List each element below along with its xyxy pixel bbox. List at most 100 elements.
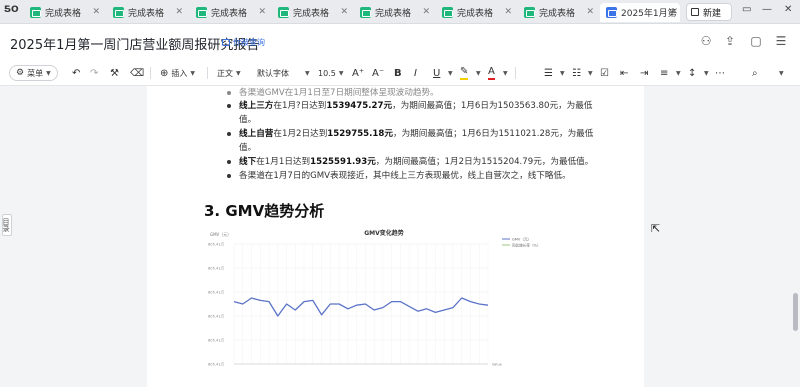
new-tab-label: 新建 [703, 8, 722, 19]
tab[interactable]: 完成表格 ✕ [113, 3, 183, 22]
tab[interactable]: 完成表格 ✕ [442, 3, 512, 22]
window-menu-icon[interactable]: ▭ [742, 4, 751, 15]
menu-button[interactable]: ⚙ 菜单 ▼ [9, 65, 58, 81]
outdent-icon[interactable]: ⇤ [620, 66, 628, 80]
collaborators-icon[interactable]: ⚇ [698, 34, 714, 50]
close-icon[interactable]: ✕ [504, 7, 512, 17]
chevron-down-icon: ▼ [190, 69, 196, 77]
tab-label: 完成表格 [375, 9, 412, 19]
bullet-value: 1529755.18元 [327, 129, 393, 139]
sheet-icon [30, 7, 41, 18]
channel-name: 线上三方 [239, 101, 274, 111]
search-icon[interactable]: ⌕ [752, 66, 758, 80]
highlight-icon[interactable]: ✎ [460, 66, 469, 80]
close-icon[interactable]: ✕ [175, 7, 183, 17]
tab[interactable]: 完成表格 ✕ [360, 3, 430, 22]
more-menu-icon[interactable]: ☰ [773, 34, 789, 50]
line-spacing-icon[interactable]: ↕ [688, 66, 696, 80]
clear-format-icon[interactable]: ⌫ [130, 66, 144, 80]
bullet-list-icon[interactable]: ☰ [544, 66, 553, 80]
title-bar: 2025年1月第一周门店营业额周报研究报告 你被查询 ⚇ ⇪ ▢ ☰ [0, 24, 800, 60]
list-item[interactable]: 各渠道在1月7日的GMV表现接近，其中线上三方表现最优，线上自营次之，线下略低。 [227, 169, 597, 183]
list-item[interactable]: 线下在1月1日达到1525591.93元，为期间最高值；1月2日为1515204… [227, 155, 597, 169]
bold-icon[interactable]: B [394, 66, 402, 80]
increase-font-icon[interactable]: A⁺ [352, 66, 364, 80]
insert-label: 插入 [171, 68, 188, 78]
tab-label: 完成表格 [293, 9, 330, 19]
format-painter-icon[interactable]: ⚒ [110, 66, 119, 80]
font-size-label: 10.5 [318, 68, 336, 78]
italic-icon[interactable]: I [414, 66, 417, 80]
share-icon[interactable]: ⇪ [722, 34, 738, 50]
settings-icon: ⚙ [16, 68, 25, 78]
paragraph-style-label: 正文 [217, 68, 233, 78]
tab-label: 2025年1月第 [621, 9, 677, 19]
chevron-down-icon[interactable]: ▼ [448, 66, 453, 80]
tab[interactable]: 完成表格 ✕ [196, 3, 266, 22]
tab-label: 完成表格 [457, 9, 494, 19]
font-color-icon[interactable]: A [488, 66, 495, 80]
close-icon[interactable]: ✕ [258, 7, 266, 17]
insert-button[interactable]: ⊕ 插入 ▼ [160, 66, 195, 80]
more-options-icon[interactable]: ⋯ [715, 66, 725, 80]
close-icon[interactable]: ✕ [670, 7, 678, 17]
list-item[interactable]: 各渠道GMV在1月1日至7日期间整体呈现波动趋势。 [227, 86, 597, 99]
chevron-down-icon[interactable]: ▼ [704, 66, 709, 80]
tab[interactable]: 完成表格 ✕ [524, 3, 594, 22]
chevron-down-icon[interactable]: ▼ [779, 66, 784, 80]
close-window-icon[interactable]: ✕ [784, 4, 792, 15]
share-icon [222, 39, 230, 46]
series-line [233, 297, 489, 317]
align-icon[interactable]: ≡ [660, 66, 668, 80]
minimize-icon[interactable]: — [762, 4, 772, 15]
chevron-down-icon[interactable]: ▼ [503, 66, 508, 80]
close-icon[interactable]: ✕ [422, 7, 430, 17]
comment-icon[interactable]: ▢ [748, 34, 764, 50]
legend-label: GMV（元） [512, 237, 531, 242]
share-link[interactable]: 你被查询 [222, 37, 265, 48]
list-item[interactable]: 线上自营在1月2日达到1529755.18元，为期间最高值；1月6日为15110… [227, 127, 597, 155]
list-item[interactable]: 线上三方在1月?日达到1539475.27元，为期间最高值；1月6日为15035… [227, 99, 597, 127]
vertical-scrollbar[interactable] [790, 86, 800, 387]
chevron-down-icon[interactable]: ▼ [476, 66, 481, 80]
outline-tab[interactable]: 目录 [2, 214, 12, 236]
chevron-down-icon: ▼ [236, 69, 241, 77]
tab-label: 完成表格 [211, 9, 248, 19]
close-icon[interactable]: ✕ [340, 7, 348, 17]
close-icon[interactable]: ✕ [92, 7, 100, 17]
document-page: 各渠道GMV在1月1日至7日期间整体呈现波动趋势。 线上三方在1月?日达到153… [147, 86, 644, 387]
bullet-list: 各渠道GMV在1月1日至7日期间整体呈现波动趋势。 线上三方在1月?日达到153… [227, 86, 597, 183]
new-tab-button[interactable]: 新建 [686, 3, 732, 21]
format-toolbar: ⚙ 菜单 ▼ ↶ ↷ ⚒ ⌫ ⊕ 插入 ▼ 正文 ▼ 默认字体 ▼ 10.5 ▼… [0, 60, 800, 86]
checklist-icon[interactable]: ☑ [600, 66, 609, 80]
font-size-select[interactable]: 10.5 ▼ [318, 66, 343, 80]
mouse-cursor-icon: ⇱ [651, 222, 661, 235]
right-rail [644, 86, 800, 387]
bullet-text: 在1月2日达到 [273, 129, 328, 139]
sheet-icon [278, 7, 289, 18]
tab[interactable]: 完成表格 ✕ [278, 3, 348, 22]
chevron-down-icon[interactable]: ▼ [560, 66, 565, 80]
underline-icon[interactable]: U [433, 66, 440, 80]
paragraph-style-select[interactable]: 正文 ▼ [217, 66, 241, 80]
font-family-select[interactable]: 默认字体 ▼ [257, 66, 310, 80]
close-icon[interactable]: ✕ [586, 7, 594, 17]
sheet-icon [524, 7, 535, 18]
tab-active[interactable]: 2025年1月第 ✕ [600, 3, 680, 22]
tab[interactable]: 完成表格 ✕ [30, 3, 100, 22]
channel-name: 线上自营 [239, 129, 274, 139]
chevron-down-icon: ▼ [305, 69, 310, 77]
chevron-down-icon[interactable]: ▼ [676, 66, 681, 80]
indent-icon[interactable]: ⇥ [640, 66, 648, 80]
app-logo[interactable]: ƼO [4, 5, 19, 18]
divider [207, 67, 208, 79]
bullet-value: 1525591.93元 [310, 157, 376, 167]
bullet-text: 在1月?日达到 [273, 101, 327, 111]
decrease-font-icon[interactable]: A⁻ [372, 66, 384, 80]
tab-label: 完成表格 [128, 9, 165, 19]
redo-icon[interactable]: ↷ [90, 66, 98, 80]
undo-icon[interactable]: ↶ [72, 66, 80, 80]
numbered-list-icon[interactable]: ☷ [572, 66, 581, 80]
scrollbar-thumb[interactable] [793, 293, 798, 331]
chevron-down-icon[interactable]: ▼ [588, 66, 593, 80]
